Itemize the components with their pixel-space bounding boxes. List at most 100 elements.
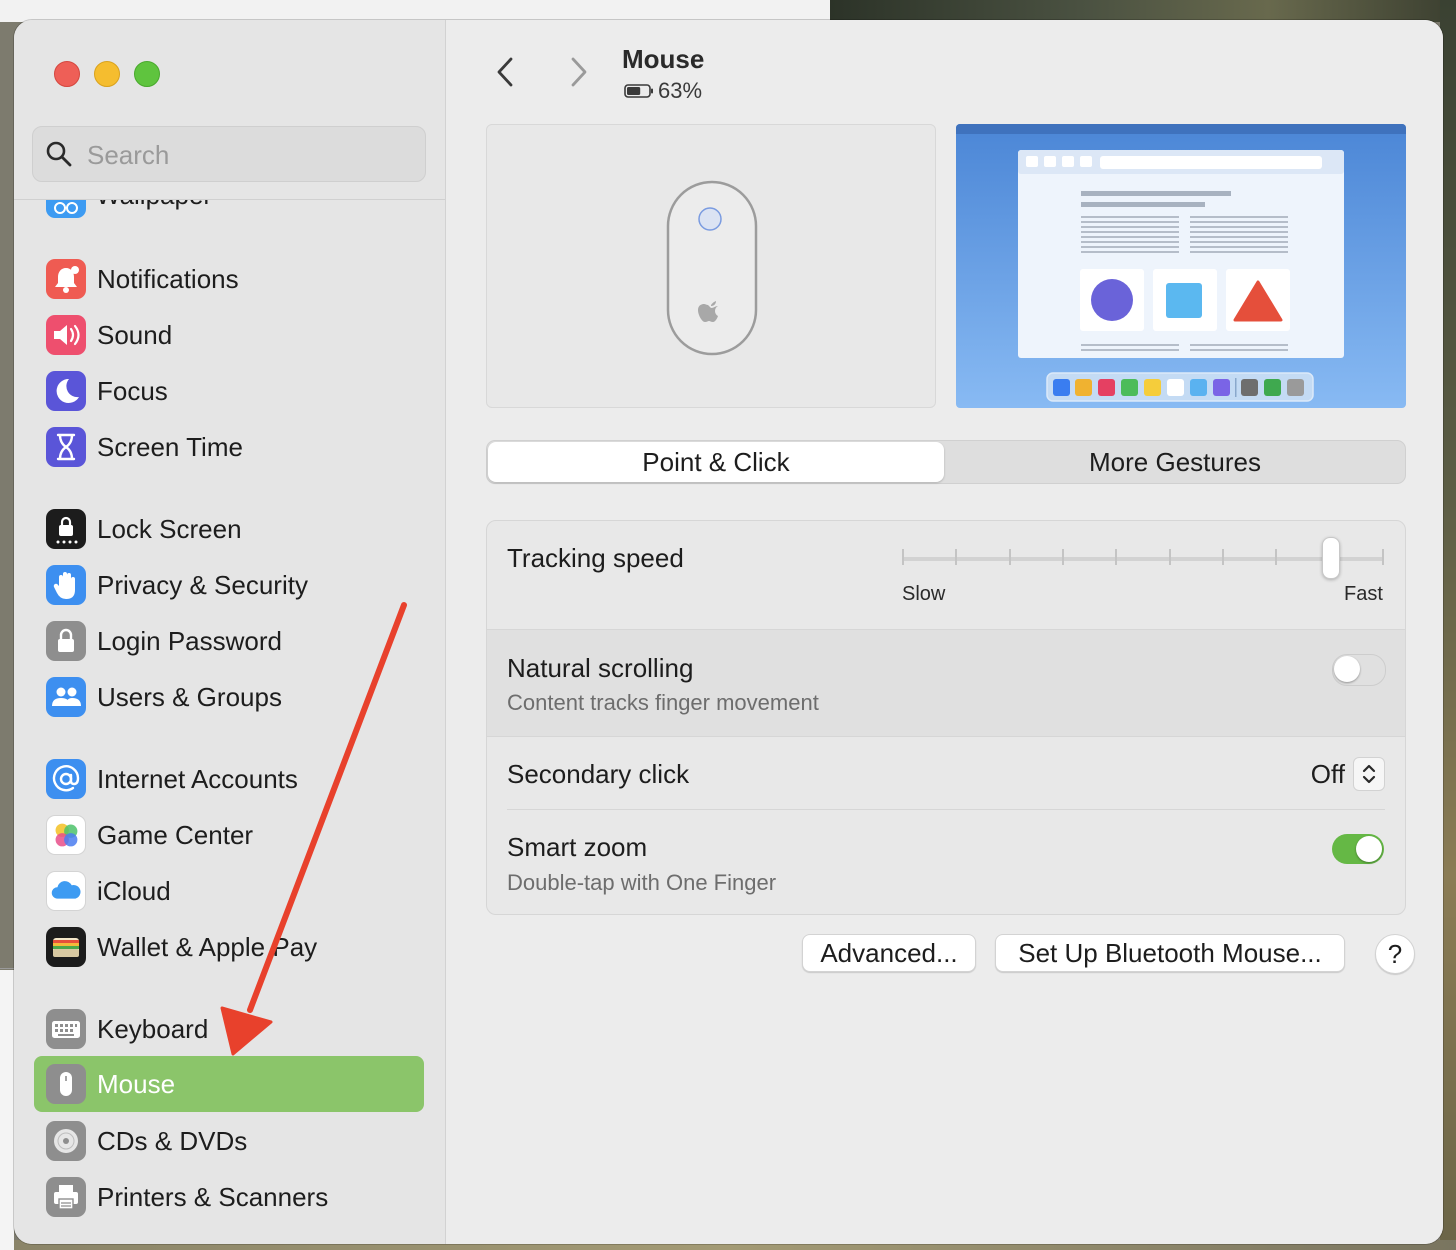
slider-tick (1275, 549, 1278, 565)
back-chevron-icon[interactable] (488, 54, 524, 90)
slider-tick (1382, 549, 1384, 565)
battery-icon (624, 84, 653, 98)
sidebar-item-wallet-apple-pay[interactable]: Wallet & Apple Pay (34, 919, 424, 975)
smart-zoom-toggle[interactable] (1332, 834, 1384, 864)
search-input[interactable] (85, 137, 409, 173)
zoom-button[interactable] (134, 61, 160, 87)
wallpaper-icon (46, 200, 86, 218)
sidebar-item-icloud[interactable]: iCloud (34, 863, 424, 919)
sidebar-item-label: Keyboard (97, 1014, 209, 1044)
toggle-knob (1356, 836, 1382, 862)
slider-tick (902, 549, 904, 565)
natural-scrolling-description: Content tracks finger movement (507, 690, 819, 715)
minimize-button[interactable] (94, 61, 120, 87)
sidebar-item-wallpaper[interactable]: Wallpaper (46, 200, 426, 222)
wallet-icon (46, 927, 86, 967)
mouse-preview (486, 124, 936, 408)
slider-tick (1222, 549, 1224, 565)
sidebar-item-label: Lock Screen (97, 514, 242, 544)
close-button[interactable] (54, 61, 80, 87)
secondary-click-value: Off (1310, 758, 1345, 789)
slider-thumb[interactable] (1321, 537, 1340, 579)
speaker-icon (46, 315, 86, 355)
smart-zoom-row: Smart zoom Double-tap with One Finger (487, 810, 1405, 914)
slider-tick (955, 549, 958, 565)
sidebar-item-users-groups[interactable]: Users & Groups (34, 669, 424, 725)
sidebar-item-label: Screen Time (97, 432, 243, 462)
bell-icon (46, 259, 86, 299)
sidebar-item-login-password[interactable]: Login Password (34, 613, 424, 669)
sidebar: Wallpaper Notifications Sound Focus (14, 20, 446, 1244)
advanced-button[interactable]: Advanced... (802, 934, 976, 972)
sidebar-item-printers-scanners[interactable]: Printers & Scanners (34, 1169, 424, 1225)
moon-icon (46, 371, 86, 411)
sidebar-item-label: Notifications (97, 264, 239, 294)
forward-chevron-icon[interactable] (560, 54, 596, 90)
users-icon (46, 677, 86, 717)
gesture-preview (956, 124, 1406, 408)
toggle-knob (1334, 656, 1360, 682)
desktop-background (0, 0, 830, 22)
slider-tick (1115, 549, 1118, 565)
main-pane: Mouse 63% Point & Click More Gestures Tr… (446, 20, 1443, 1244)
desktop-illustration (956, 124, 1406, 408)
slider-min-label: Slow (902, 583, 946, 605)
sidebar-item-label: Printers & Scanners (97, 1182, 329, 1212)
mouse-icon (46, 1064, 86, 1104)
sidebar-item-label: iCloud (97, 876, 171, 906)
sidebar-item-label: Game Center (97, 820, 254, 850)
slider-tick (1062, 549, 1064, 565)
sidebar-item-label: Mouse (97, 1069, 176, 1099)
sidebar-item-keyboard[interactable]: Keyboard (34, 1001, 424, 1057)
sidebar-item-notifications[interactable]: Notifications (34, 251, 424, 307)
up-down-chevron-icon (1353, 757, 1385, 791)
magic-mouse-illustration (666, 180, 758, 356)
tracking-speed-label: Tracking speed (507, 543, 684, 573)
tracking-speed-row: Tracking speed Slow Fast (487, 521, 1405, 629)
search-field[interactable] (32, 126, 426, 182)
sidebar-item-privacy-security[interactable]: Privacy & Security (34, 557, 424, 613)
sidebar-item-cds-dvds[interactable]: CDs & DVDs (34, 1113, 424, 1169)
sidebar-item-label: Privacy & Security (97, 570, 308, 600)
background-window-line (0, 968, 14, 969)
sidebar-item-label: CDs & DVDs (97, 1126, 248, 1156)
keyboard-icon (46, 1009, 86, 1049)
sidebar-item-mouse[interactable]: Mouse (34, 1056, 424, 1112)
sidebar-item-screen-time[interactable]: Screen Time (34, 419, 424, 475)
printer-icon (46, 1177, 86, 1217)
battery-status: 63% (624, 78, 702, 104)
setup-bluetooth-mouse-button[interactable]: Set Up Bluetooth Mouse... (995, 934, 1345, 972)
game-center-icon (46, 815, 86, 855)
natural-scrolling-row: Natural scrolling Content tracks finger … (487, 629, 1405, 736)
tab-bar: Point & Click More Gestures (486, 440, 1406, 484)
tab-more-gestures[interactable]: More Gestures (945, 441, 1405, 483)
page-title: Mouse (622, 44, 705, 74)
lock-screen-icon (46, 509, 86, 549)
cloud-icon (46, 871, 86, 911)
sidebar-item-focus[interactable]: Focus (34, 363, 424, 419)
sidebar-item-label: Focus (97, 376, 168, 406)
hand-icon (46, 565, 86, 605)
battery-percentage: 63% (658, 78, 703, 103)
sidebar-item-sound[interactable]: Sound (34, 307, 424, 363)
padlock-icon (46, 621, 86, 661)
sidebar-item-internet-accounts[interactable]: Internet Accounts (34, 751, 424, 807)
slider-tick (1168, 549, 1171, 565)
search-icon (46, 141, 72, 167)
disc-icon (46, 1121, 86, 1161)
sidebar-item-label: Sound (97, 320, 173, 350)
slider-tick (1008, 549, 1011, 565)
natural-scrolling-label: Natural scrolling (507, 653, 694, 683)
natural-scrolling-toggle[interactable] (1332, 654, 1386, 686)
secondary-click-popup[interactable]: Off (1311, 757, 1385, 791)
sidebar-item-label: Users & Groups (97, 682, 282, 712)
tab-point-click[interactable]: Point & Click (488, 442, 944, 482)
hourglass-icon (46, 427, 86, 467)
settings-group: Tracking speed Slow Fast Natural scrolli… (486, 520, 1406, 915)
tracking-speed-slider[interactable] (902, 557, 1384, 561)
sidebar-item-label: Login Password (97, 626, 282, 656)
sidebar-item-game-center[interactable]: Game Center (34, 807, 424, 863)
sidebar-item-lock-screen[interactable]: Lock Screen (34, 501, 424, 557)
help-button[interactable]: ? (1375, 934, 1415, 974)
secondary-click-label: Secondary click (507, 759, 690, 789)
